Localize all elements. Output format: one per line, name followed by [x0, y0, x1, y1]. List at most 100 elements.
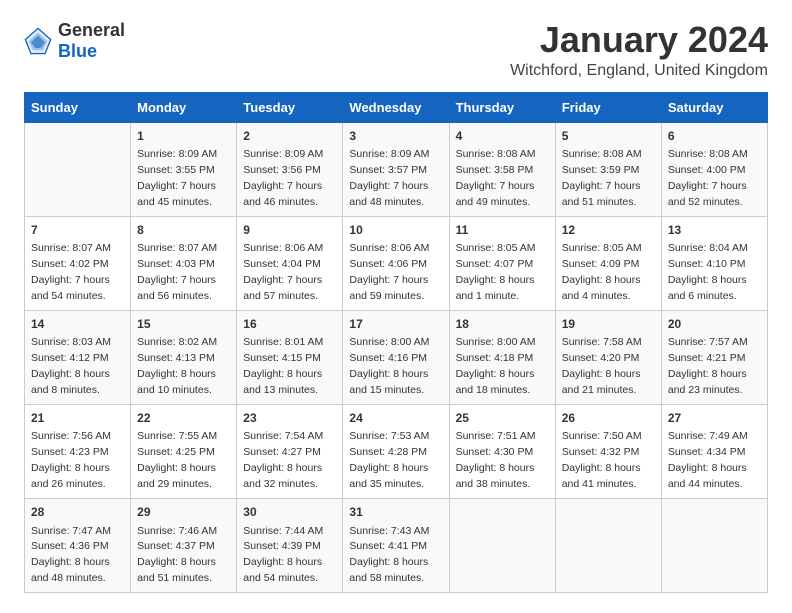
day-number: 26 [562, 410, 655, 427]
subtitle: Witchford, England, United Kingdom [510, 62, 768, 80]
logo-icon [24, 27, 52, 55]
calendar-week-2: 7 Sunrise: 8:07 AM Sunset: 4:02 PM Daylig… [25, 216, 768, 310]
day-info: Sunrise: 8:00 AM Sunset: 4:16 PM Dayligh… [349, 336, 429, 396]
day-info: Sunrise: 8:05 AM Sunset: 4:07 PM Dayligh… [456, 242, 536, 302]
calendar-cell: 5 Sunrise: 8:08 AM Sunset: 3:59 PM Daylig… [555, 122, 661, 216]
day-info: Sunrise: 8:08 AM Sunset: 3:58 PM Dayligh… [456, 148, 536, 208]
day-number: 14 [31, 316, 124, 333]
day-number: 7 [31, 222, 124, 239]
day-info: Sunrise: 8:07 AM Sunset: 4:02 PM Dayligh… [31, 242, 111, 302]
calendar-cell: 6Sunrise: 8:08 AM Sunset: 4:00 PM Daylig… [661, 122, 767, 216]
calendar-cell: 7 Sunrise: 8:07 AM Sunset: 4:02 PM Daylig… [25, 216, 131, 310]
calendar-cell: 20 Sunrise: 7:57 AM Sunset: 4:21 PM Dayli… [661, 310, 767, 404]
calendar-cell: 18 Sunrise: 8:00 AM Sunset: 4:18 PM Dayli… [449, 310, 555, 404]
day-info: Sunrise: 7:47 AM Sunset: 4:36 PM Dayligh… [31, 525, 111, 585]
calendar-cell: 3 Sunrise: 8:09 AM Sunset: 3:57 PM Daylig… [343, 122, 449, 216]
calendar-week-3: 14 Sunrise: 8:03 AM Sunset: 4:12 PM Dayli… [25, 310, 768, 404]
day-info: Sunrise: 7:57 AM Sunset: 4:21 PM Dayligh… [668, 336, 748, 396]
calendar-cell: 9 Sunrise: 8:06 AM Sunset: 4:04 PM Daylig… [237, 216, 343, 310]
day-number: 25 [456, 410, 549, 427]
calendar-cell: 10 Sunrise: 8:06 AM Sunset: 4:06 PM Dayli… [343, 216, 449, 310]
day-info: Sunrise: 7:51 AM Sunset: 4:30 PM Dayligh… [456, 430, 536, 490]
calendar-cell: 16 Sunrise: 8:01 AM Sunset: 4:15 PM Dayli… [237, 310, 343, 404]
day-info: Sunrise: 8:01 AM Sunset: 4:15 PM Dayligh… [243, 336, 323, 396]
day-info: Sunrise: 8:06 AM Sunset: 4:04 PM Dayligh… [243, 242, 323, 302]
day-info: Sunrise: 7:50 AM Sunset: 4:32 PM Dayligh… [562, 430, 642, 490]
calendar-cell: 15Sunrise: 8:02 AM Sunset: 4:13 PM Dayli… [131, 310, 237, 404]
column-header-tuesday: Tuesday [237, 92, 343, 122]
calendar-cell: 13Sunrise: 8:04 AM Sunset: 4:10 PM Dayli… [661, 216, 767, 310]
day-number: 9 [243, 222, 336, 239]
day-number: 22 [137, 410, 230, 427]
day-info: Sunrise: 8:09 AM Sunset: 3:57 PM Dayligh… [349, 148, 429, 208]
day-info: Sunrise: 8:06 AM Sunset: 4:06 PM Dayligh… [349, 242, 429, 302]
calendar-cell: 31Sunrise: 7:43 AM Sunset: 4:41 PM Dayli… [343, 499, 449, 593]
day-info: Sunrise: 8:08 AM Sunset: 3:59 PM Dayligh… [562, 148, 642, 208]
calendar-cell: 24 Sunrise: 7:53 AM Sunset: 4:28 PM Dayli… [343, 405, 449, 499]
column-header-saturday: Saturday [661, 92, 767, 122]
calendar-cell: 26 Sunrise: 7:50 AM Sunset: 4:32 PM Dayli… [555, 405, 661, 499]
calendar-cell: 19 Sunrise: 7:58 AM Sunset: 4:20 PM Dayli… [555, 310, 661, 404]
day-info: Sunrise: 8:05 AM Sunset: 4:09 PM Dayligh… [562, 242, 642, 302]
calendar-cell: 22 Sunrise: 7:55 AM Sunset: 4:25 PM Dayli… [131, 405, 237, 499]
column-header-sunday: Sunday [25, 92, 131, 122]
day-number: 10 [349, 222, 442, 239]
calendar-cell: 1 Sunrise: 8:09 AM Sunset: 3:55 PM Daylig… [131, 122, 237, 216]
calendar-cell: 29 Sunrise: 7:46 AM Sunset: 4:37 PM Dayli… [131, 499, 237, 593]
day-number: 28 [31, 504, 124, 521]
calendar-week-5: 28 Sunrise: 7:47 AM Sunset: 4:36 PM Dayli… [25, 499, 768, 593]
day-number: 12 [562, 222, 655, 239]
day-info: Sunrise: 7:55 AM Sunset: 4:25 PM Dayligh… [137, 430, 217, 490]
day-number: 19 [562, 316, 655, 333]
day-number: 4 [456, 128, 549, 145]
calendar-cell [661, 499, 767, 593]
day-number: 27 [668, 410, 761, 427]
day-number: 11 [456, 222, 549, 239]
day-info: Sunrise: 7:58 AM Sunset: 4:20 PM Dayligh… [562, 336, 642, 396]
calendar-cell: 8Sunrise: 8:07 AM Sunset: 4:03 PM Daylig… [131, 216, 237, 310]
calendar-week-4: 21Sunrise: 7:56 AM Sunset: 4:23 PM Dayli… [25, 405, 768, 499]
logo: General Blue [24, 20, 125, 62]
calendar-cell: 21Sunrise: 7:56 AM Sunset: 4:23 PM Dayli… [25, 405, 131, 499]
day-info: Sunrise: 7:54 AM Sunset: 4:27 PM Dayligh… [243, 430, 323, 490]
main-title: January 2024 [510, 20, 768, 60]
day-info: Sunrise: 7:46 AM Sunset: 4:37 PM Dayligh… [137, 525, 217, 585]
calendar-cell: 17 Sunrise: 8:00 AM Sunset: 4:16 PM Dayli… [343, 310, 449, 404]
calendar-cell: 28 Sunrise: 7:47 AM Sunset: 4:36 PM Dayli… [25, 499, 131, 593]
calendar-cell [25, 122, 131, 216]
day-info: Sunrise: 8:09 AM Sunset: 3:56 PM Dayligh… [243, 148, 323, 208]
day-number: 29 [137, 504, 230, 521]
day-info: Sunrise: 8:07 AM Sunset: 4:03 PM Dayligh… [137, 242, 217, 302]
logo-text: General Blue [58, 20, 125, 62]
title-block: January 2024 Witchford, England, United … [510, 20, 768, 80]
day-info: Sunrise: 8:00 AM Sunset: 4:18 PM Dayligh… [456, 336, 536, 396]
day-number: 1 [137, 128, 230, 145]
calendar-header-row: SundayMondayTuesdayWednesdayThursdayFrid… [25, 92, 768, 122]
day-number: 16 [243, 316, 336, 333]
calendar-cell: 12 Sunrise: 8:05 AM Sunset: 4:09 PM Dayli… [555, 216, 661, 310]
day-number: 5 [562, 128, 655, 145]
day-number: 3 [349, 128, 442, 145]
day-number: 17 [349, 316, 442, 333]
day-number: 20 [668, 316, 761, 333]
day-number: 24 [349, 410, 442, 427]
calendar-cell: 11 Sunrise: 8:05 AM Sunset: 4:07 PM Dayli… [449, 216, 555, 310]
day-number: 2 [243, 128, 336, 145]
header: General Blue January 2024 Witchford, Eng… [24, 20, 768, 80]
day-info: Sunrise: 8:09 AM Sunset: 3:55 PM Dayligh… [137, 148, 217, 208]
calendar-cell: 30 Sunrise: 7:44 AM Sunset: 4:39 PM Dayli… [237, 499, 343, 593]
day-info: Sunrise: 8:02 AM Sunset: 4:13 PM Dayligh… [137, 336, 217, 396]
day-info: Sunrise: 7:53 AM Sunset: 4:28 PM Dayligh… [349, 430, 429, 490]
day-info: Sunrise: 7:44 AM Sunset: 4:39 PM Dayligh… [243, 525, 323, 585]
calendar-body: 1 Sunrise: 8:09 AM Sunset: 3:55 PM Daylig… [25, 122, 768, 593]
day-number: 18 [456, 316, 549, 333]
calendar-cell: 2 Sunrise: 8:09 AM Sunset: 3:56 PM Daylig… [237, 122, 343, 216]
day-info: Sunrise: 8:03 AM Sunset: 4:12 PM Dayligh… [31, 336, 111, 396]
day-number: 31 [349, 504, 442, 521]
column-header-wednesday: Wednesday [343, 92, 449, 122]
day-number: 30 [243, 504, 336, 521]
day-number: 6 [668, 128, 761, 145]
calendar-cell: 14 Sunrise: 8:03 AM Sunset: 4:12 PM Dayli… [25, 310, 131, 404]
calendar-cell: 25 Sunrise: 7:51 AM Sunset: 4:30 PM Dayli… [449, 405, 555, 499]
column-header-monday: Monday [131, 92, 237, 122]
